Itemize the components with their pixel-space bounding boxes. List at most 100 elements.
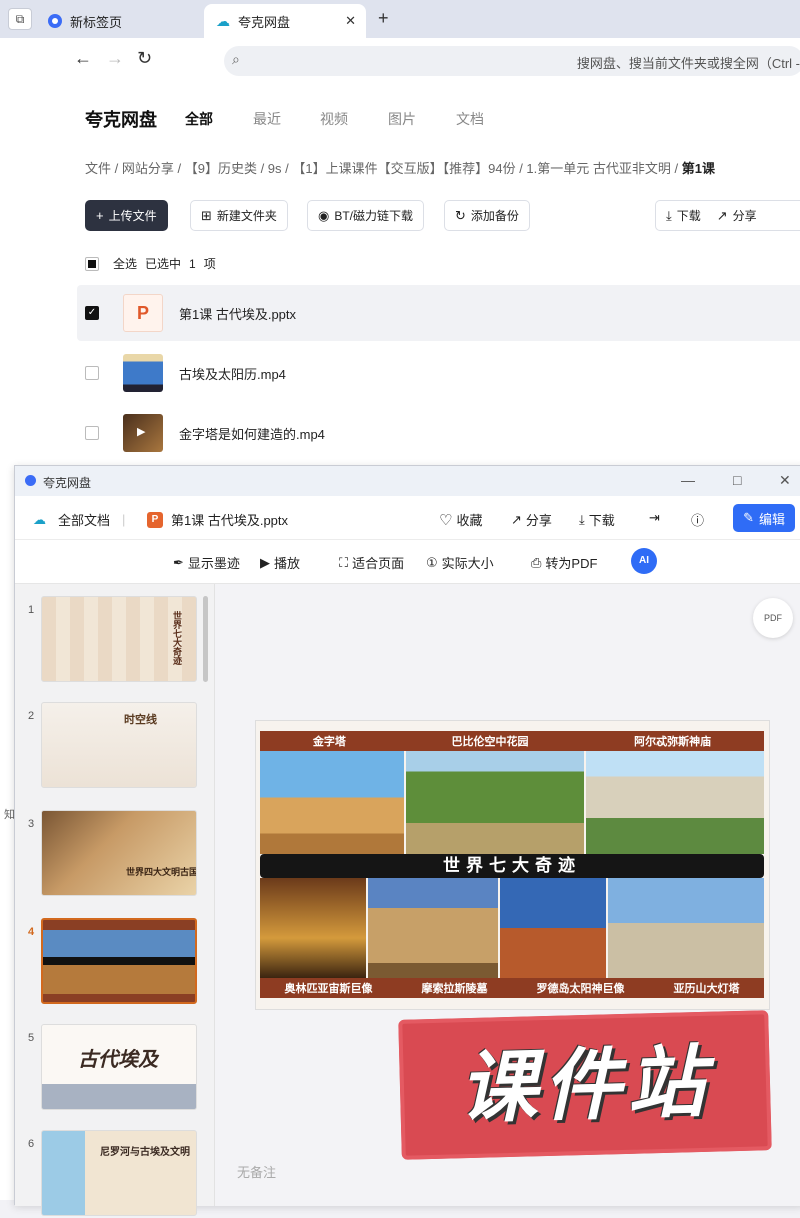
pencil-icon: ✎ <box>743 510 754 525</box>
sync-icon: ↻ <box>455 207 466 223</box>
breadcrumb-item[interactable]: 9s <box>268 161 282 176</box>
row-checkbox[interactable]: ✓ <box>85 306 99 320</box>
breadcrumb-item[interactable]: 【9】历史类 <box>185 161 257 176</box>
slide-thumb-image <box>41 918 197 1004</box>
back-icon[interactable]: ← <box>74 48 92 69</box>
minimize-icon[interactable]: — <box>681 472 695 488</box>
file-name[interactable]: 金字塔是如何建造的.mp4 <box>179 424 325 443</box>
tab-video[interactable]: 视频 <box>320 109 348 129</box>
cloud-icon: ☁ <box>33 511 46 527</box>
actual-size-button[interactable]: ① 实际大小 <box>426 553 494 572</box>
browser-navbar: ← → ↻ ⌕ 搜网盘、搜当前文件夹或搜全网（Ctrl - <box>0 38 800 84</box>
select-all-label[interactable]: 全选 <box>113 255 137 272</box>
show-ink-button[interactable]: ✒ 显示墨迹 <box>173 553 240 572</box>
download-label[interactable]: 下载 <box>677 207 701 224</box>
selection-bar: 全选 已选中 1 项 <box>85 255 216 272</box>
file-row[interactable]: 古埃及太阳历.mp4 <box>77 345 800 401</box>
slide-number: 6 <box>28 1138 35 1150</box>
favorite-label: 收藏 <box>456 513 483 528</box>
lighthouse-photo <box>608 878 764 978</box>
tab-quark-drive[interactable]: ☁ 夸克网盘 ✕ <box>204 4 366 38</box>
download-icon[interactable]: ⤓ <box>666 208 672 224</box>
viewer-toolbar: ✒ 显示墨迹 ▶ 播放 ⛶ 适合页面 ① 实际大小 ⎙ 转为PDF AI <box>15 540 800 584</box>
tab-recent[interactable]: 最近 <box>253 109 281 129</box>
slide-thumb[interactable]: 1 世界七大奇迹 <box>15 592 215 684</box>
row-checkbox[interactable] <box>85 366 99 380</box>
slide-thumb[interactable]: 5 古代埃及 <box>15 1020 215 1112</box>
forward-icon[interactable]: → <box>106 48 124 69</box>
select-all-checkbox[interactable] <box>85 256 99 271</box>
fit-page-icon: ⛶ <box>339 554 349 570</box>
viewer-header: ☁ 全部文档 | P 第1课 古代埃及.pptx ♡ 收藏 ↗ 分享 ⤓ 下载 ⇥ ⓘ… <box>15 496 800 540</box>
tab-label: 夸克网盘 <box>238 14 291 30</box>
thumb-title: 世界四大文明古国 <box>126 868 197 878</box>
address-bar[interactable]: ⌕ 搜网盘、搜当前文件夹或搜全网（Ctrl - <box>224 46 800 76</box>
new-folder-button[interactable]: ⊞ 新建文件夹 <box>190 200 288 231</box>
selected-label: 已选中 <box>145 257 182 271</box>
browser-tabbar: ⧉ 新标签页 ☁ 夸克网盘 ✕ + <box>0 0 800 38</box>
tab-doc[interactable]: 文档 <box>456 109 484 129</box>
new-tab-icon[interactable]: + <box>378 8 389 29</box>
reload-icon[interactable]: ↻ <box>137 48 152 69</box>
slide-thumb-active[interactable]: 4 <box>15 914 215 1006</box>
address-placeholder: 搜网盘、搜当前文件夹或搜全网（Ctrl - <box>576 56 800 71</box>
tab-all[interactable]: 全部 <box>185 109 213 129</box>
share-icon[interactable]: ↗ <box>717 208 728 224</box>
thumb-title: 尼罗河与古埃及文明 <box>100 1147 190 1158</box>
file-title-label: 第1课 古代埃及.pptx <box>171 513 289 528</box>
open-external-icon[interactable]: ⇥ <box>649 510 660 526</box>
breadcrumb-item[interactable]: 【1】上课课件【交互版】【推荐】94份 <box>292 161 515 176</box>
bottom-caption-bar: 奥林匹亚宙斯巨像 摩索拉斯陵墓 罗德岛太阳神巨像 亚历山大灯塔 <box>260 978 764 998</box>
fit-page-label: 适合页面 <box>352 556 405 571</box>
download-button[interactable]: ⤓ 下载 <box>579 510 615 529</box>
file-name[interactable]: 第1课 古代埃及.pptx <box>179 304 296 323</box>
close-tab-icon[interactable]: ✕ <box>345 13 356 29</box>
play-label: 播放 <box>274 556 301 571</box>
slide-thumb[interactable]: 2 时空线 <box>15 698 215 790</box>
caption: 金字塔 <box>312 735 346 748</box>
breadcrumb-current: 第1课 <box>681 161 715 176</box>
fit-page-button[interactable]: ⛶ 适合页面 <box>339 553 404 572</box>
slide-thumbnails: 1 世界七大奇迹 2 时空线 3 世界四大文明古国 4 5 古代埃及 6 尼罗河… <box>15 584 215 1216</box>
share-label[interactable]: 分享 <box>733 207 757 224</box>
slide-thumb[interactable]: 3 世界四大文明古国 <box>15 806 215 898</box>
current-slide: 金字塔 巴比伦空中花园 阿尔忒弥斯神庙 世界七大奇迹 奥林匹亚宙斯巨像 摩索拉斯… <box>255 720 770 1010</box>
scrollbar[interactable] <box>203 596 208 682</box>
share-button[interactable]: ↗ 分享 <box>511 510 552 529</box>
browser-logo-icon <box>48 14 62 28</box>
pdf-export-icon[interactable]: PDF <box>753 598 793 638</box>
tab-image[interactable]: 图片 <box>388 109 416 129</box>
hanging-gardens-photo <box>406 751 584 854</box>
file-name[interactable]: 古埃及太阳历.mp4 <box>179 364 286 383</box>
all-docs-button[interactable]: ☁ 全部文档 | <box>33 510 125 529</box>
breadcrumb-item[interactable]: 文件 <box>85 161 111 176</box>
caption: 阿尔忒弥斯神庙 <box>634 735 712 748</box>
colossus-photo <box>500 878 606 978</box>
caption: 奥林匹亚宙斯巨像 <box>284 982 373 995</box>
edit-button[interactable]: ✎ 编辑 <box>733 504 795 532</box>
tab-search-icon[interactable]: ⧉ <box>8 8 32 30</box>
upload-button[interactable]: + 上传文件 <box>85 200 168 231</box>
breadcrumb-item[interactable]: 网站分享 <box>122 161 174 176</box>
favorite-button[interactable]: ♡ 收藏 <box>439 510 482 529</box>
pptx-file-icon: P <box>123 294 163 332</box>
file-row[interactable]: 金字塔是如何建造的.mp4 <box>77 405 800 461</box>
watermark-text: 课件站 <box>457 1037 713 1133</box>
row-checkbox[interactable] <box>85 426 99 440</box>
breadcrumb: 文件 / 网站分享 / 【9】历史类 / 9s / 【1】上课课件【交互版】【推… <box>85 161 715 176</box>
mausoleum-photo <box>368 878 498 978</box>
play-button[interactable]: ▶ 播放 <box>260 553 300 572</box>
tab-new[interactable]: 新标签页 <box>36 4 202 38</box>
to-pdf-button[interactable]: ⎙ 转为PDF <box>531 553 597 572</box>
add-backup-button[interactable]: ↻ 添加备份 <box>444 200 530 231</box>
bt-download-button[interactable]: ◉ BT/磁力链下载 <box>307 200 425 231</box>
file-row[interactable]: ✓ P 第1课 古代埃及.pptx <box>77 285 800 341</box>
feedback-icon[interactable]: ⓘ <box>691 510 704 529</box>
maximize-icon[interactable]: □ <box>733 472 741 488</box>
slide-thumb[interactable]: 6 尼罗河与古埃及文明 <box>15 1126 215 1218</box>
slide-number: 1 <box>28 604 35 616</box>
close-window-icon[interactable]: ✕ <box>779 472 791 489</box>
thumb-title: 时空线 <box>124 713 157 726</box>
breadcrumb-item[interactable]: 1.第一单元 古代亚非文明 <box>526 161 670 176</box>
ai-assistant-button[interactable]: AI <box>631 548 657 574</box>
